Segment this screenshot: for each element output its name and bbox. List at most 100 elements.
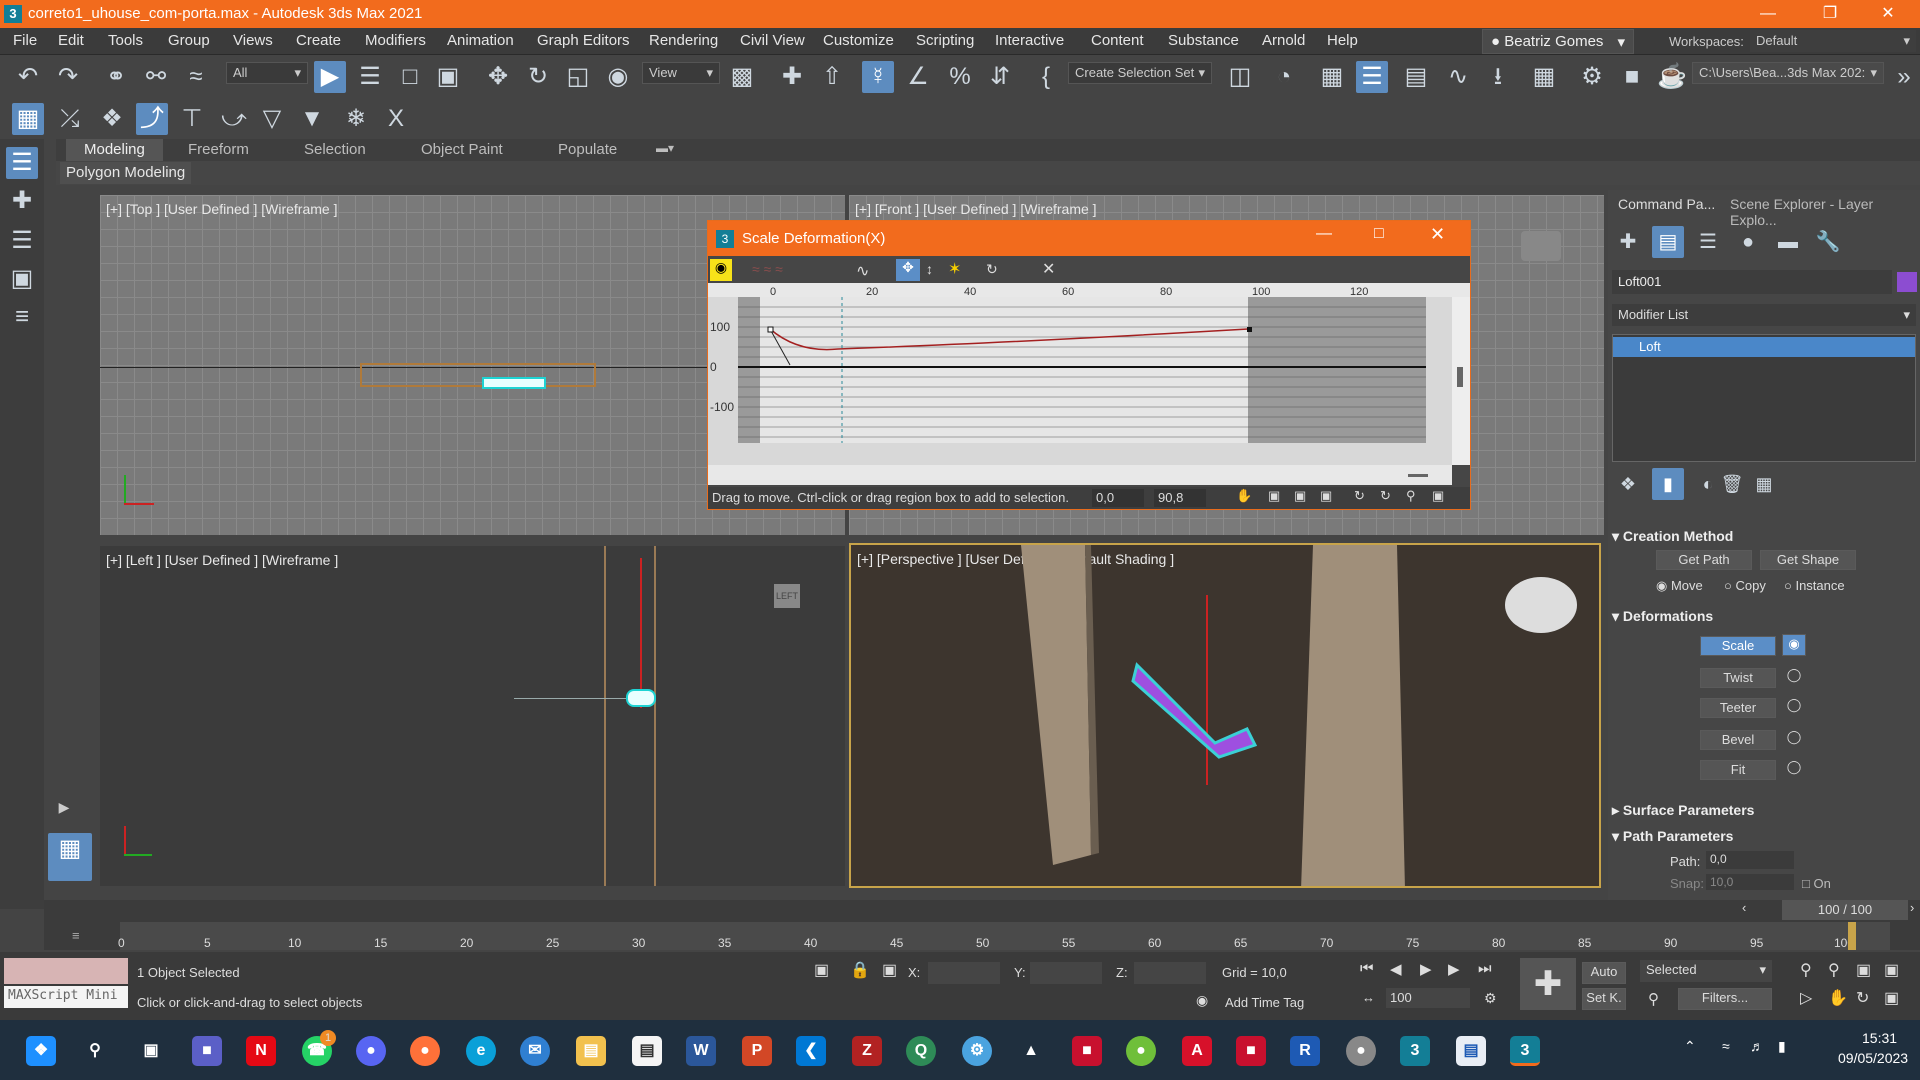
move-radio[interactable]: ◉ Move	[1656, 578, 1703, 594]
z-coordinate-field[interactable]	[1134, 962, 1206, 984]
discord-icon[interactable]: ●	[356, 1036, 386, 1066]
windows-start-icon[interactable]: ❖	[26, 1036, 56, 1066]
tab-object-paint[interactable]: Object Paint	[421, 141, 503, 158]
zoom-extents-all-icon[interactable]: ▣	[1884, 960, 1899, 980]
app-icon-red[interactable]: ■	[1236, 1036, 1266, 1066]
place-icon[interactable]: ◉	[602, 61, 634, 93]
x-value-field[interactable]: 0,0	[1092, 489, 1144, 507]
menu-edit[interactable]: Edit	[58, 32, 84, 49]
create-layer-icon[interactable]: ✚	[6, 185, 38, 217]
tab-populate[interactable]: Populate	[558, 141, 617, 158]
zoom-extents-icon[interactable]: ▣	[1268, 488, 1280, 504]
time-configuration-icon[interactable]: ⚙	[1484, 990, 1497, 1007]
minimize-icon[interactable]: —	[1746, 0, 1790, 28]
current-frame-marker[interactable]	[1848, 922, 1856, 950]
horizontal-scrollbar[interactable]	[708, 465, 1452, 485]
grid-snap-icon[interactable]: ▦	[12, 103, 44, 135]
absolute-mode-icon[interactable]: ▣	[882, 960, 897, 980]
qgis-icon[interactable]: Q	[906, 1036, 936, 1066]
make-symmetrical-icon[interactable]: ◉	[710, 259, 732, 281]
key-filter-icon[interactable]: ⚲	[1648, 990, 1659, 1008]
menu-civil-view[interactable]: Civil View	[740, 32, 805, 49]
select-by-name-icon[interactable]: ☰	[354, 61, 386, 93]
volume-icon[interactable]: ♬	[1750, 1038, 1764, 1054]
endpoint-snap-icon[interactable]: ▼	[296, 103, 328, 135]
clock-date[interactable]: 09/05/2023	[1838, 1050, 1908, 1066]
move-control-point-icon[interactable]: ✥	[896, 259, 920, 281]
isolate-selection-icon[interactable]: ▣	[814, 960, 829, 980]
menu-tools[interactable]: Tools	[108, 32, 143, 49]
play-icon[interactable]: ▶	[1420, 960, 1432, 978]
horizontal-scroll-thumb[interactable]	[1408, 474, 1428, 477]
viewport-left[interactable]: [+] [Left ] [User Defined ] [Wireframe ]…	[100, 546, 845, 886]
mail-icon[interactable]: ✉	[520, 1036, 550, 1066]
expand-icon[interactable]: ▶	[48, 791, 80, 823]
selection-filter-dropdown[interactable]: All ▾	[226, 62, 308, 84]
scale-control-point-icon[interactable]: ↕	[926, 261, 933, 277]
layer-explorer-icon[interactable]: ☰	[1356, 61, 1388, 93]
zoom-vertical-icon[interactable]: ▣	[1320, 488, 1332, 504]
control-point-start[interactable]	[767, 326, 774, 333]
menu-views[interactable]: Views	[233, 32, 273, 49]
tab-selection[interactable]: Selection	[304, 141, 366, 158]
timeline[interactable]: ≡ ‹ 100 / 100 › 0 5 10 15 20 25 30 35 40…	[44, 900, 1920, 950]
menu-rendering[interactable]: Rendering	[649, 32, 718, 49]
settings-icon[interactable]: ⚙	[962, 1036, 992, 1066]
face-snap-icon[interactable]: ⊤	[176, 103, 208, 135]
time-slider-prev-icon[interactable]: ‹	[1742, 900, 1746, 915]
workspace-select[interactable]: Default ▾	[1750, 30, 1916, 52]
snap-options-icon[interactable]: ❄	[340, 103, 372, 135]
named-selection-dropdown[interactable]: Create Selection Set ▾	[1068, 62, 1212, 84]
zoom-all-icon[interactable]: ⚲	[1828, 960, 1840, 980]
object-color-swatch[interactable]	[1897, 272, 1917, 292]
scale-icon[interactable]: ◱	[562, 61, 594, 93]
keyboard-shortcut-icon[interactable]: ⇧	[816, 61, 848, 93]
previous-frame-icon[interactable]: ◀	[1390, 960, 1402, 978]
menu-group[interactable]: Group	[168, 32, 210, 49]
3dsmax-active-icon[interactable]: 3	[1510, 1036, 1540, 1066]
viewcube-icon[interactable]: LEFT	[774, 584, 800, 608]
control-point-end[interactable]	[1247, 327, 1252, 332]
maximize-viewport-icon[interactable]: ▣	[1884, 988, 1899, 1008]
tab-modeling[interactable]: Modeling	[66, 139, 163, 161]
display-icon[interactable]: ▬	[1772, 226, 1804, 258]
menu-animation[interactable]: Animation	[447, 32, 514, 49]
zoom-horizontal-icon[interactable]: ▣	[1294, 488, 1306, 504]
autocad-icon[interactable]: A	[1182, 1036, 1212, 1066]
edge-snap-icon[interactable]: ⤴	[136, 103, 168, 135]
selection-lock-icon[interactable]: 🔒	[850, 960, 870, 980]
rectangular-selection-icon[interactable]: □	[394, 61, 426, 93]
revit-icon[interactable]: R	[1290, 1036, 1320, 1066]
show-end-result-icon[interactable]: ▮	[1652, 468, 1684, 500]
zoom-horizontal-extents-icon[interactable]: ↻	[1354, 488, 1365, 504]
deformations-header[interactable]: ▾ Deformations	[1612, 608, 1713, 625]
layers-icon[interactable]: ☰	[6, 225, 38, 257]
battery-icon[interactable]: ▮	[1778, 1038, 1786, 1055]
select-manipulate-icon[interactable]: ✚	[776, 61, 808, 93]
chevron-right-icon[interactable]: »	[1888, 61, 1920, 93]
hierarchy-icon[interactable]: ☰	[1692, 226, 1724, 258]
object-name-field[interactable]: Loft001	[1612, 270, 1892, 294]
filezilla-icon[interactable]: Z	[852, 1036, 882, 1066]
scene-explorer-icon[interactable]: ▦	[1316, 61, 1348, 93]
menu-modifiers[interactable]: Modifiers	[365, 32, 426, 49]
maxscript-mini-input[interactable]: MAXScript Mini	[4, 986, 128, 1008]
wifi-icon[interactable]: ≈	[1722, 1038, 1730, 1054]
auto-key-button[interactable]: Auto	[1582, 962, 1626, 984]
notepad-icon[interactable]: ▤	[632, 1036, 662, 1066]
project-path-dropdown[interactable]: C:\Users\Bea...3ds Max 202: ▾	[1692, 62, 1884, 84]
reference-coordinate-dropdown[interactable]: View ▾	[642, 62, 720, 84]
modifier-list-dropdown[interactable]: Modifier List ▾	[1612, 304, 1916, 326]
delete-control-point-icon[interactable]: ↻	[986, 261, 998, 278]
surface-parameters-header[interactable]: ▸ Surface Parameters	[1612, 802, 1754, 819]
x-coordinate-field[interactable]	[928, 962, 1000, 984]
viewport-label-top[interactable]: [+] [Top ] [User Defined ] [Wireframe ]	[106, 201, 337, 217]
teams-icon[interactable]: ■	[192, 1036, 222, 1066]
close-icon[interactable]: ✕	[1866, 0, 1910, 28]
vertex-snap-icon[interactable]: ❖	[96, 103, 128, 135]
tangent-snap-icon[interactable]: ▽	[256, 103, 288, 135]
zoom-icon[interactable]: ⚲	[1406, 488, 1416, 504]
maxscript-listener-box[interactable]	[4, 958, 128, 984]
deformation-graph[interactable]: 0 20 40 60 80 100 120 100 0 -100	[708, 283, 1470, 465]
menu-arnold[interactable]: Arnold	[1262, 32, 1305, 49]
